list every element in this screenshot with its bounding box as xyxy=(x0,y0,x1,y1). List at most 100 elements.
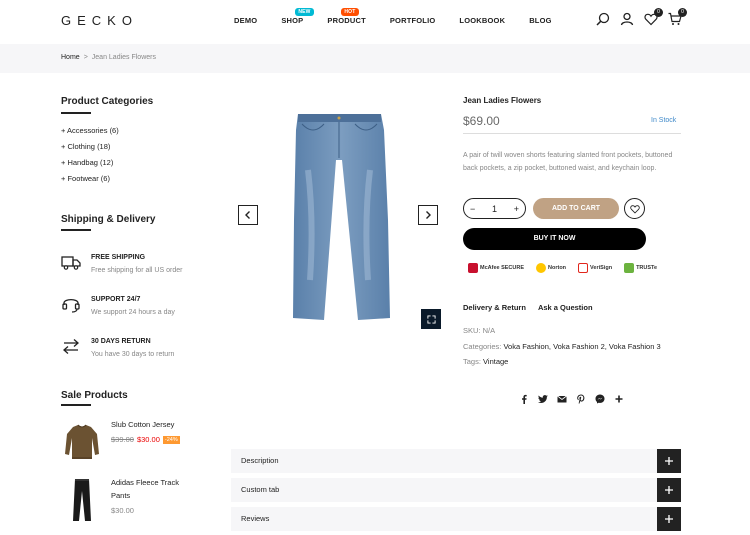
sale-products-title: Sale Products xyxy=(61,390,128,401)
categories-row: Categories: Voka Fashion, Voka Fashion 2… xyxy=(463,342,661,351)
tab-custom[interactable]: Custom tab xyxy=(231,478,681,502)
nav-product[interactable]: PRODUCT HOT xyxy=(327,8,366,25)
cart-icon[interactable]: 0 xyxy=(668,8,687,26)
category-handbag[interactable]: + Handbag (12) xyxy=(61,157,119,173)
new-badge: NEW xyxy=(295,8,314,16)
divider xyxy=(463,133,681,134)
categories-title: Product Categories xyxy=(61,96,154,107)
truste-badge: TRUSTe xyxy=(624,263,657,273)
tab-description[interactable]: Description xyxy=(231,449,681,473)
cart-count: 0 xyxy=(678,8,687,17)
product-title: Jean Ladies Flowers xyxy=(463,96,542,105)
sale-price: $30.00 xyxy=(136,435,160,444)
pinterest-icon[interactable] xyxy=(576,394,586,404)
categories-value[interactable]: Voka Fashion, Voka Fashion 2, Voka Fashi… xyxy=(503,342,660,351)
sale-product-price: $39.00 $30.00 -24% xyxy=(111,435,196,444)
chevron-left-icon xyxy=(245,211,250,219)
verisign-label: VeriSign xyxy=(590,265,613,271)
product-description: A pair of twill woven shorts featuring s… xyxy=(463,152,673,172)
stock-status: In Stock xyxy=(651,117,677,124)
sale-product-item[interactable]: Slub Cotton Jersey $39.00 $30.00 -24% xyxy=(61,418,196,466)
tags-label: Tags: xyxy=(463,357,481,366)
delivery-return-link[interactable]: Delivery & Return xyxy=(463,303,526,312)
qty-minus-button[interactable]: − xyxy=(470,204,475,214)
wishlist-count: 0 xyxy=(654,8,663,17)
truste-label: TRUSTe xyxy=(636,265,658,271)
nav-blog-label: BLOG xyxy=(529,16,552,25)
expand-button[interactable] xyxy=(657,478,681,502)
old-price: $39.00 xyxy=(111,435,134,444)
sale-product-name[interactable]: Slub Cotton Jersey xyxy=(111,418,196,431)
mcafee-logo-icon xyxy=(468,263,478,273)
verisign-logo-icon xyxy=(578,263,589,273)
mcafee-label: McAfee SECURE xyxy=(480,265,525,271)
prev-image-button[interactable] xyxy=(238,205,258,225)
breadcrumb-current: Jean Ladies Flowers xyxy=(91,54,156,61)
tab-reviews[interactable]: Reviews xyxy=(231,507,681,531)
trust-badges: McAfee SECURE Norton VeriSign TRUSTe xyxy=(468,263,657,273)
nav-lookbook-label: LOOKBOOK xyxy=(459,16,506,25)
nav-lookbook[interactable]: LOOKBOOK xyxy=(459,16,505,25)
norton-label: Norton xyxy=(548,265,567,271)
wishlist-icon[interactable]: 0 xyxy=(644,8,663,26)
category-list: + Accessories (6) + Clothing (18) + Hand… xyxy=(61,125,119,189)
search-icon[interactable] xyxy=(596,12,610,26)
expand-icon xyxy=(426,314,436,324)
shipping-sub-free: Free shipping for all US order xyxy=(91,267,183,274)
site-logo[interactable]: GECKO xyxy=(61,13,138,28)
wishlist-button[interactable] xyxy=(624,198,645,219)
tab-custom-label: Custom tab xyxy=(241,485,280,494)
plus-icon xyxy=(665,486,673,494)
nav-demo[interactable]: DEMO xyxy=(234,16,257,25)
title-underline xyxy=(61,229,91,231)
nav-shop-label: SHOP xyxy=(281,16,304,25)
shipping-item-support: SUPPORT 24/7 We support 24 hours a day xyxy=(61,294,175,316)
buy-now-button[interactable]: BUY IT NOW xyxy=(463,228,646,250)
category-clothing[interactable]: + Clothing (18) xyxy=(61,141,119,157)
norton-badge: Norton xyxy=(536,263,566,273)
user-icon[interactable] xyxy=(620,12,634,26)
sku-row: SKU: N/A xyxy=(463,326,495,335)
expand-button[interactable] xyxy=(657,507,681,531)
qty-value[interactable]: 1 xyxy=(492,204,497,214)
messenger-icon[interactable] xyxy=(595,394,605,404)
category-footwear[interactable]: + Footwear (6) xyxy=(61,173,119,189)
header-icons: 0 0 xyxy=(596,8,687,26)
heart-icon xyxy=(629,204,640,214)
shipping-item-return: 30 DAYS RETURN You have 30 days to retur… xyxy=(61,336,174,358)
qty-plus-button[interactable]: + xyxy=(514,204,519,214)
tags-value[interactable]: Vintage xyxy=(483,357,508,366)
email-icon[interactable] xyxy=(557,394,567,404)
category-accessories[interactable]: + Accessories (6) xyxy=(61,125,119,141)
truste-logo-icon xyxy=(624,263,635,273)
product-image[interactable] xyxy=(238,100,440,332)
zoom-button[interactable] xyxy=(421,309,441,329)
sale-product-name[interactable]: Adidas Fleece Track Pants xyxy=(111,476,196,502)
nav-demo-label: DEMO xyxy=(234,16,258,25)
truck-icon xyxy=(61,252,83,274)
plus-share-icon[interactable] xyxy=(614,394,624,404)
quantity-stepper: − 1 + xyxy=(463,198,526,219)
next-image-button[interactable] xyxy=(418,205,438,225)
pants-thumbnail[interactable] xyxy=(61,476,103,524)
breadcrumb-separator: > xyxy=(83,54,88,61)
sweater-thumbnail[interactable] xyxy=(61,418,103,466)
expand-button[interactable] xyxy=(657,449,681,473)
sku-label: SKU: xyxy=(463,326,481,335)
twitter-icon[interactable] xyxy=(538,394,548,404)
nav-blog[interactable]: BLOG xyxy=(529,16,551,25)
add-to-cart-button[interactable]: ADD TO CART xyxy=(533,198,619,219)
sale-product-item[interactable]: Adidas Fleece Track Pants $30.00 xyxy=(61,476,196,524)
tab-reviews-label: Reviews xyxy=(241,514,270,523)
ask-question-link[interactable]: Ask a Question xyxy=(538,303,593,312)
nav-shop[interactable]: SHOP NEW xyxy=(281,8,314,25)
discount-badge: -24% xyxy=(162,435,180,444)
mcafee-badge: McAfee SECURE xyxy=(468,263,524,273)
sku-value: N/A xyxy=(482,326,496,335)
nav-portfolio[interactable]: PORTFOLIO xyxy=(390,16,436,25)
shipping-title-support: SUPPORT 24/7 xyxy=(91,296,141,303)
product-price: $30.00 xyxy=(111,506,134,515)
facebook-icon[interactable] xyxy=(519,394,529,404)
title-underline xyxy=(61,404,91,406)
breadcrumb-home[interactable]: Home xyxy=(61,54,80,61)
